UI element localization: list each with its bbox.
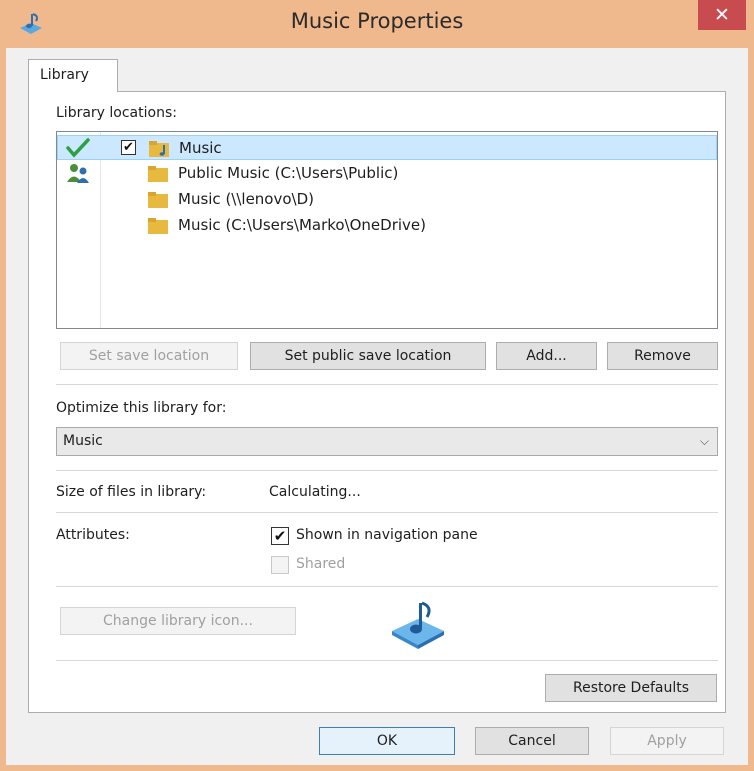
shared-label: Shared: [296, 556, 346, 572]
window-border-bottom: [0, 765, 754, 771]
location-label: Public Music (C:\Users\Public): [178, 164, 399, 182]
chevron-down-icon: ⌵: [699, 434, 709, 448]
remove-location-button[interactable]: Remove: [607, 342, 718, 370]
title-bar: Music Properties ✕: [0, 0, 754, 48]
separator: [56, 660, 718, 661]
folder-icon: [148, 192, 168, 208]
restore-defaults-button[interactable]: Restore Defaults: [545, 674, 717, 702]
library-locations-heading: Library locations:: [56, 105, 177, 121]
attributes-label: Attributes:: [56, 527, 130, 543]
location-label: Music (\\lenovo\D): [178, 190, 314, 208]
list-item[interactable]: ✔ Music: [57, 135, 717, 160]
list-item[interactable]: Music (\\lenovo\D): [57, 187, 717, 212]
add-location-button[interactable]: Add...: [496, 342, 597, 370]
location-label: Music (C:\Users\Marko\OneDrive): [178, 216, 427, 234]
separator: [56, 512, 718, 513]
ok-button[interactable]: OK: [319, 727, 455, 755]
close-button[interactable]: ✕: [698, 0, 746, 30]
folder-music-icon: [149, 141, 169, 157]
size-value: Calculating...: [269, 484, 361, 500]
tab-library[interactable]: Library: [28, 59, 118, 92]
separator: [56, 470, 718, 471]
set-public-save-location-button[interactable]: Set public save location: [250, 342, 486, 370]
set-save-location-button[interactable]: Set save location: [60, 342, 238, 370]
optimize-select[interactable]: Music ⌵: [56, 427, 718, 456]
optimize-label: Optimize this library for:: [56, 400, 227, 416]
location-label: Music: [179, 139, 222, 157]
shared-users-icon: [67, 164, 89, 183]
folder-icon: [148, 166, 168, 182]
library-locations-list[interactable]: ✔ Music Public Music (C:\Users\Public) M…: [56, 131, 718, 329]
apply-button[interactable]: Apply: [610, 727, 724, 755]
window-border-right: [748, 48, 754, 771]
cancel-button[interactable]: Cancel: [475, 727, 589, 755]
shared-checkbox[interactable]: [271, 556, 289, 574]
optimize-selected-value: Music: [63, 433, 103, 449]
change-library-icon-button[interactable]: Change library icon...: [60, 607, 296, 635]
location-checkbox[interactable]: ✔: [121, 140, 136, 155]
size-label: Size of files in library:: [56, 484, 207, 500]
separator: [56, 586, 718, 587]
shown-in-navigation-checkbox[interactable]: ✔: [271, 527, 289, 545]
check-mark-icon: [66, 138, 90, 158]
music-note-icon: [392, 601, 444, 649]
separator: [56, 384, 718, 385]
folder-icon: [148, 218, 168, 234]
list-item[interactable]: Public Music (C:\Users\Public): [57, 161, 717, 186]
list-item[interactable]: Music (C:\Users\Marko\OneDrive): [57, 213, 717, 238]
window-title: Music Properties: [290, 9, 464, 33]
shown-in-navigation-label: Shown in navigation pane: [296, 527, 478, 543]
